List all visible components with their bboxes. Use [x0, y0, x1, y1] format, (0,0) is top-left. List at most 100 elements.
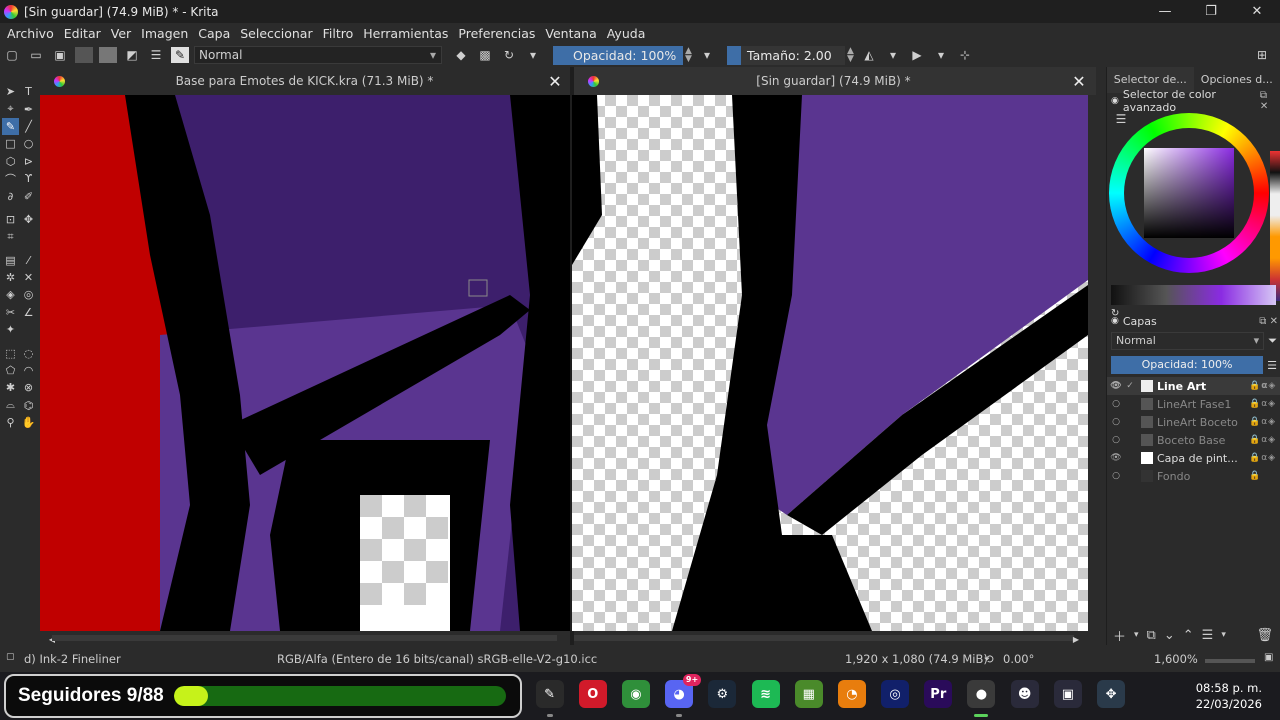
colorize-mask-tool-icon[interactable]: ✲: [2, 269, 19, 286]
tab-unsaved[interactable]: [Sin guardar] (74.9 MiB) * ✕: [574, 67, 1096, 95]
polygon-tool-icon[interactable]: ⬡: [2, 153, 19, 170]
size-slider[interactable]: Tamaño: 2.00 px: [727, 45, 845, 82]
eye-hidden-icon[interactable]: ○: [1109, 417, 1123, 427]
chat-app-icon[interactable]: ☻: [1010, 680, 1039, 708]
brush-preset-icon-small[interactable]: ▢: [6, 652, 15, 662]
size-spinner-icon[interactable]: ▲ ▼: [847, 47, 857, 64]
measure-tool-icon[interactable]: ∠: [20, 304, 37, 321]
krita-icon[interactable]: ●: [967, 680, 996, 717]
menu-ventana[interactable]: Ventana: [545, 26, 596, 41]
layer-menu-icon[interactable]: ☰: [1267, 359, 1277, 372]
edit-shapes-tool-icon[interactable]: ⌖: [2, 100, 19, 117]
float-close-icon[interactable]: ⧉ ✕: [1259, 316, 1278, 327]
system-clock[interactable]: 08:58 p. m. 22/03/2026: [1196, 680, 1262, 712]
gradient-tool-icon[interactable]: ▤: [2, 252, 19, 269]
wrap-around-icon[interactable]: ⊹: [956, 47, 974, 63]
preset-dropdown-icon[interactable]: ▾: [524, 47, 542, 63]
hue-wheel[interactable]: [1109, 113, 1269, 273]
dynamic-brush-tool-icon[interactable]: ∂: [2, 187, 19, 204]
opacity-dropdown-icon[interactable]: ▾: [698, 47, 716, 63]
recent-colors-strip[interactable]: [1270, 151, 1280, 301]
blend-mode-select[interactable]: Normal: [194, 46, 442, 64]
layer-fondo[interactable]: ○ Fondo 🔒: [1107, 467, 1280, 485]
menu-herramientas[interactable]: Herramientas: [363, 26, 448, 41]
lock-alpha-icons[interactable]: 🔒α◈: [1249, 381, 1280, 391]
panel-handle-icon[interactable]: ◉: [1111, 316, 1119, 326]
color-settings-icon[interactable]: ☰: [1112, 111, 1130, 127]
eye-hidden-icon[interactable]: ○: [1109, 399, 1123, 409]
pen-app-icon[interactable]: ✎: [535, 680, 564, 717]
menu-filtro[interactable]: Filtro: [323, 26, 354, 41]
menu-preferencias[interactable]: Preferencias: [458, 26, 535, 41]
save-icon[interactable]: ▣: [51, 47, 69, 63]
minecraft-icon[interactable]: ▦: [794, 680, 823, 708]
gradient-preset-icon[interactable]: [75, 47, 93, 63]
layer-properties-icon[interactable]: ☰: [1202, 628, 1214, 643]
move-tool-icon[interactable]: ✥: [20, 211, 37, 228]
open-folder-icon[interactable]: ▭: [27, 47, 45, 63]
add-layer-icon[interactable]: ＋: [1113, 626, 1126, 645]
reload-preset-icon[interactable]: ↻: [500, 47, 518, 63]
add-layer-dropdown-icon[interactable]: ▾: [1134, 630, 1139, 640]
lock-icon[interactable]: 🔒: [1249, 471, 1280, 481]
mirror-horizontal-icon[interactable]: ◭: [860, 47, 878, 63]
bezier-select-tool-icon[interactable]: ⌓: [2, 397, 19, 414]
store-icon[interactable]: ▣: [1053, 680, 1082, 708]
lock-alpha-icons[interactable]: 🔒α◈: [1249, 453, 1280, 463]
rotation-icon[interactable]: ⟲: [984, 652, 994, 666]
eye-icon[interactable]: 👁: [1109, 453, 1123, 463]
layer-capa-de-pintura[interactable]: 👁 Capa de pint... 🔒α◈: [1107, 449, 1280, 467]
color-gradient-bar[interactable]: [1111, 285, 1276, 305]
chrome-icon[interactable]: ◉: [621, 680, 650, 708]
alpha-lock-icon[interactable]: ▩: [476, 47, 494, 63]
pattern-preset-icon[interactable]: [99, 47, 117, 63]
move-layer-down-icon[interactable]: ⌄: [1164, 628, 1175, 643]
line-tool-icon[interactable]: ╱: [20, 118, 37, 135]
menu-editar[interactable]: Editar: [64, 26, 101, 41]
menu-imagen[interactable]: Imagen: [141, 26, 188, 41]
opacity-spinner-icon[interactable]: ▲ ▼: [685, 47, 695, 64]
check-icon[interactable]: ✓: [1123, 381, 1137, 391]
eye-icon[interactable]: 👁: [1109, 381, 1123, 391]
game-launcher-icon[interactable]: ✥: [1097, 680, 1126, 708]
brush-settings-icon[interactable]: ☰: [147, 47, 165, 63]
mirror-vertical-icon[interactable]: ▶: [908, 47, 926, 63]
brush-preset-icon[interactable]: ✎: [171, 47, 189, 63]
enclose-fill-tool-icon[interactable]: ◎: [20, 286, 37, 303]
discord-icon[interactable]: ◕ 9+: [665, 674, 702, 717]
opacity-slider[interactable]: Opacidad: 100%: [553, 45, 683, 65]
freehand-select-tool-icon[interactable]: ◠: [20, 362, 37, 379]
menu-ver[interactable]: Ver: [111, 26, 131, 41]
canvas-view-2[interactable]: [572, 95, 1088, 631]
scroll-right-icon[interactable]: ▶: [1067, 631, 1085, 647]
layer-opacity-slider[interactable]: Opacidad: 100%: [1111, 356, 1264, 374]
smart-patch-tool-icon[interactable]: ✕: [20, 269, 37, 286]
layer-lineart-boceto[interactable]: ○ LineArt Boceto 🔒α◈: [1107, 413, 1280, 431]
canvas-view-1[interactable]: [40, 95, 570, 631]
close-tab-icon[interactable]: ✕: [544, 72, 566, 91]
menu-archivo[interactable]: Archivo: [7, 26, 54, 41]
scroll-thumb[interactable]: [574, 635, 1074, 641]
horizontal-scrollbar-2[interactable]: ▶: [574, 631, 1088, 645]
restore-button[interactable]: ❐: [1188, 0, 1234, 23]
move-layer-up-icon[interactable]: ⌃: [1183, 628, 1194, 643]
toolbar-overflow-icon[interactable]: ⊞: [1253, 47, 1271, 63]
filter-icon[interactable]: ⏷: [1268, 334, 1277, 348]
eye-hidden-icon[interactable]: ○: [1109, 471, 1123, 481]
eye-hidden-icon[interactable]: ○: [1109, 435, 1123, 445]
transform-tool-icon[interactable]: ⊡: [2, 211, 19, 228]
polyline-tool-icon[interactable]: ⊳: [20, 153, 37, 170]
color-picker-tool-icon[interactable]: ⁄: [20, 252, 37, 269]
assistant-tool-icon[interactable]: ✂: [2, 304, 19, 321]
new-document-icon[interactable]: ▢: [3, 47, 21, 63]
menu-capa[interactable]: Capa: [198, 26, 230, 41]
duplicate-layer-icon[interactable]: ⧉: [1147, 628, 1156, 643]
layer-lineart-fase1[interactable]: ○ LineArt Fase1 🔒α◈: [1107, 395, 1280, 413]
magnetic-select-tool-icon[interactable]: ⌬: [20, 397, 37, 414]
delete-layer-icon[interactable]: 🗑: [1256, 628, 1273, 643]
layer-line-art[interactable]: 👁 ✓ Line Art 🔒α◈: [1107, 377, 1280, 395]
reference-tool-icon[interactable]: ✦: [2, 321, 19, 338]
similar-select-tool-icon[interactable]: ⊗: [20, 379, 37, 396]
color-swap-icon[interactable]: ◩: [123, 47, 141, 63]
advanced-color-selector[interactable]: ☰: [1107, 109, 1280, 301]
